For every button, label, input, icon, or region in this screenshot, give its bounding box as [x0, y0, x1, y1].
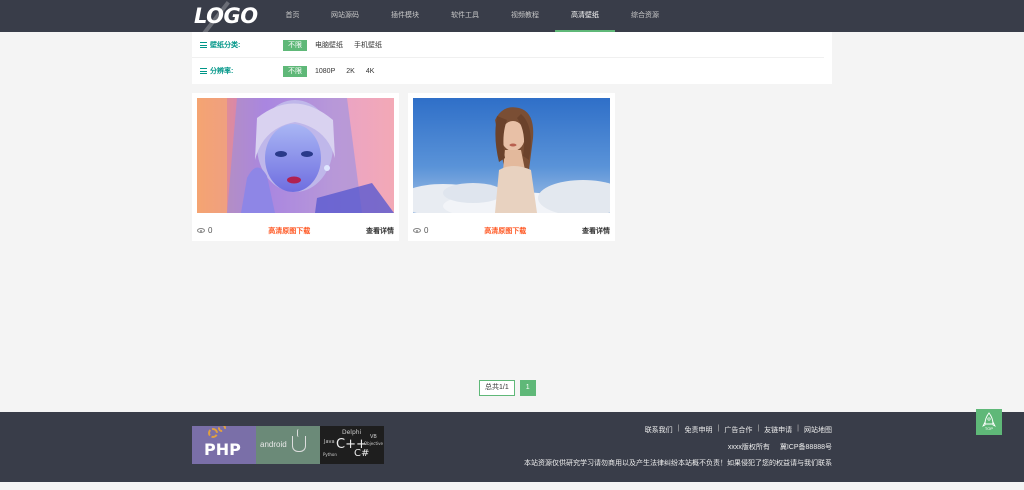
resolution-options: 不限 1080P 2K 4K: [283, 66, 385, 77]
nav-item-source-code[interactable]: 网站源码: [315, 0, 375, 32]
filter-panel: 壁纸分类: 不限 电脑壁纸 手机壁纸 分辨率: 不限 1080P 2K 4K: [192, 32, 832, 84]
download-link[interactable]: 高清原图下载: [484, 226, 526, 236]
footer-link-contact[interactable]: 联系我们: [645, 425, 673, 435]
page-button-current[interactable]: 1: [519, 380, 536, 396]
category-options: 不限 电脑壁纸 手机壁纸: [283, 40, 393, 51]
link-separator: |: [797, 425, 799, 432]
rocket-icon: [982, 412, 996, 427]
link-separator: |: [717, 425, 720, 432]
portrait-image-sky-clouds: [413, 98, 610, 213]
view-count-value: 0: [424, 226, 429, 235]
card-meta: 0 高清原图下载 查看详情: [197, 225, 394, 236]
card-meta: 0 高清原图下载 查看详情: [413, 225, 610, 236]
category-filter-label: 壁纸分类:: [200, 40, 240, 50]
resolution-option-2k[interactable]: 2K: [346, 66, 355, 77]
list-icon: [200, 42, 207, 48]
site-logo[interactable]: LOGO: [194, 4, 258, 28]
footer-link-disclaimer[interactable]: 免责申明: [685, 425, 713, 435]
java-cup-icon: [292, 436, 306, 452]
code-word: Objective: [364, 441, 383, 446]
nav-item-resources[interactable]: 综合资源: [615, 0, 675, 32]
gear-icon: [218, 426, 226, 432]
category-label-text: 壁纸分类:: [210, 42, 241, 49]
detail-link[interactable]: 查看详情: [582, 226, 610, 236]
portrait-image-blue-pink: [197, 98, 394, 213]
code-word: Python: [323, 452, 337, 457]
view-count-value: 0: [208, 226, 213, 235]
page-total: 总共1/1: [479, 380, 515, 396]
copyright-text: xxxx版权所有: [727, 444, 770, 451]
back-to-top-button[interactable]: TOP: [976, 409, 1002, 435]
bottom-strip: [0, 482, 1024, 490]
main-nav: 首页 网站源码 插件模块 软件工具 视频教程 高清壁纸 综合资源: [270, 0, 675, 32]
resolution-option-4k[interactable]: 4K: [366, 66, 375, 77]
resolution-filter-label: 分辨率:: [200, 66, 233, 76]
gear-icon: [208, 428, 218, 438]
category-option-all[interactable]: 不限: [283, 40, 307, 51]
detail-link[interactable]: 查看详情: [366, 226, 394, 236]
nav-item-wallpapers[interactable]: 高清壁纸: [555, 0, 615, 32]
view-count: 0: [413, 226, 428, 235]
programming-languages-logo-image: Delphi Java C++ C# Python VB Objective: [320, 426, 384, 464]
category-option-mobile[interactable]: 手机壁纸: [354, 40, 382, 51]
wallpaper-card: 0 高清原图下载 查看详情: [408, 93, 615, 241]
resolution-option-all[interactable]: 不限: [283, 66, 307, 77]
site-footer: PHP android Delphi Java C++ C# Python VB…: [0, 412, 1024, 482]
android-java-logo-image: android: [256, 426, 320, 464]
nav-item-home[interactable]: 首页: [270, 0, 315, 32]
php-logo-image: PHP: [192, 426, 256, 464]
link-separator: |: [677, 425, 680, 432]
code-word: VB: [370, 434, 377, 440]
back-to-top-label: TOP: [984, 426, 994, 431]
eye-icon: [413, 228, 421, 233]
code-word: Java: [324, 439, 335, 445]
filter-row-category: 壁纸分类: 不限 电脑壁纸 手机壁纸: [192, 32, 824, 58]
wallpaper-card: 0 高清原图下载 查看详情: [192, 93, 399, 241]
category-option-desktop[interactable]: 电脑壁纸: [315, 40, 343, 51]
php-logo-text: PHP: [204, 440, 241, 459]
link-separator: |: [757, 425, 760, 432]
filter-row-resolution: 分辨率: 不限 1080P 2K 4K: [192, 58, 824, 84]
download-link[interactable]: 高清原图下载: [268, 226, 310, 236]
android-logo-text: android: [260, 440, 287, 449]
nav-item-plugins[interactable]: 插件模块: [375, 0, 435, 32]
footer-logos: PHP android Delphi Java C++ C# Python VB…: [192, 426, 384, 464]
code-word: C#: [354, 448, 370, 459]
footer-link-sitemap[interactable]: 网站地图: [804, 425, 832, 435]
eye-icon: [197, 228, 205, 233]
wallpaper-thumbnail[interactable]: [197, 98, 394, 213]
wallpaper-thumbnail[interactable]: [413, 98, 610, 213]
footer-link-friend-links[interactable]: 友链申请: [764, 425, 792, 435]
view-count: 0: [197, 226, 212, 235]
footer-copyright: xxxx版权所有 冀ICP备88888号: [728, 442, 832, 452]
footer-links: 联系我们 | 免责申明 | 广告合作 | 友链申请 | 网站地图: [645, 425, 832, 435]
resolution-option-1080p[interactable]: 1080P: [315, 66, 335, 77]
nav-item-video-tutorials[interactable]: 视频教程: [495, 0, 555, 32]
resolution-label-text: 分辨率:: [210, 68, 234, 75]
code-word: Delphi: [342, 429, 362, 436]
nav-item-software[interactable]: 软件工具: [435, 0, 495, 32]
top-header: LOGO 首页 网站源码 插件模块 软件工具 视频教程 高清壁纸 综合资源: [0, 0, 1024, 35]
pagination: 总共1/1 1: [479, 380, 536, 396]
list-icon: [200, 68, 207, 74]
icp-number[interactable]: 冀ICP备88888号: [780, 444, 832, 451]
footer-disclaimer-note: 本站资源仅供研究学习请勿商用以及产生法律纠纷本站概不负责！如果侵犯了您的权益请与…: [524, 460, 832, 467]
footer-link-ads[interactable]: 广告合作: [724, 425, 752, 435]
